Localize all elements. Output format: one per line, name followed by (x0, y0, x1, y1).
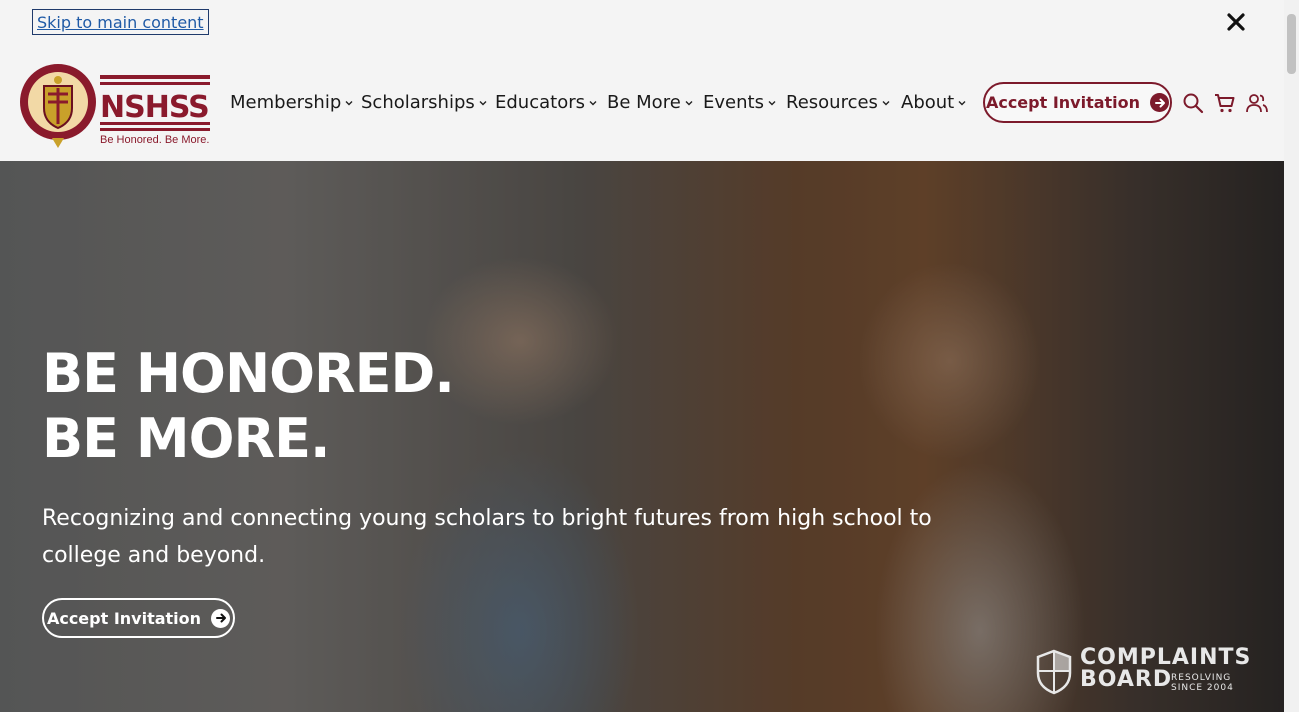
nshss-logo[interactable]: NSHSS Be Honored. Be More. (18, 58, 213, 150)
nav-resources[interactable]: Resources (786, 91, 890, 115)
shield-icon (1036, 649, 1072, 695)
nav-educators[interactable]: Educators (495, 91, 597, 115)
nav-label: Membership (230, 92, 342, 113)
nav-label: About (901, 92, 955, 113)
nav-be-more[interactable]: Be More (607, 91, 693, 115)
skip-bar: Skip to main content (0, 0, 1284, 45)
hero-subtext: Recognizing and connecting young scholar… (42, 506, 932, 568)
site-header: NSHSS Be Honored. Be More. Membership Sc… (0, 45, 1284, 161)
chevron-down-icon (882, 101, 890, 106)
brand-tagline: Be Honored. Be More. (100, 134, 210, 146)
headline-line-1: BE HONORED. (42, 342, 455, 405)
chevron-down-icon (685, 101, 693, 106)
skip-to-main-link[interactable]: Skip to main content (32, 9, 209, 35)
nav-label: Be More (607, 92, 681, 113)
chevron-down-icon (345, 101, 353, 106)
complaints-board-badge[interactable]: COMPLAINTS BOARD RESOLVING SINCE 2004 (1036, 647, 1252, 697)
nav-label: Educators (495, 92, 585, 113)
close-icon[interactable] (1224, 10, 1248, 34)
hero-section: BE HONORED. BE MORE. Recognizing and con… (0, 161, 1284, 712)
page-scrollbar[interactable] (1284, 0, 1299, 712)
brand-name: NSHSS (100, 90, 210, 125)
seal-icon (20, 64, 96, 148)
hero-headline: BE HONORED. BE MORE. (42, 341, 455, 471)
arrow-right-icon (1150, 93, 1170, 112)
badge-line-1: COMPLAINTS (1080, 645, 1252, 670)
brand-rule-top (100, 75, 210, 85)
chevron-down-icon (589, 101, 597, 106)
badge-subtitle: RESOLVING SINCE 2004 (1171, 673, 1234, 693)
headline-line-2: BE MORE. (42, 407, 330, 470)
badge-line-2: BOARD (1080, 667, 1173, 692)
hero-accept-invitation-button[interactable]: Accept Invitation (42, 598, 235, 638)
nav-events[interactable]: Events (703, 91, 776, 115)
badge-sub-2: SINCE 2004 (1171, 683, 1234, 693)
chevron-down-icon (768, 101, 776, 106)
hero-button-label: Accept Invitation (46, 608, 202, 628)
accept-invitation-button[interactable]: Accept Invitation (983, 82, 1172, 123)
accept-invitation-label: Accept Invitation (985, 93, 1141, 112)
brand-rule-bottom (100, 122, 210, 131)
arrow-right-icon (211, 608, 231, 628)
nav-label: Scholarships (361, 92, 475, 113)
search-icon[interactable] (1182, 92, 1204, 114)
scrollbar-thumb[interactable] (1287, 14, 1296, 74)
chevron-down-icon (479, 101, 487, 106)
account-icon[interactable] (1246, 92, 1268, 114)
nav-about[interactable]: About (901, 91, 966, 115)
chevron-down-icon (958, 101, 966, 106)
nav-membership[interactable]: Membership (230, 91, 353, 115)
nav-label: Events (703, 92, 764, 113)
cart-icon[interactable] (1214, 92, 1236, 114)
badge-sub-1: RESOLVING (1171, 673, 1232, 683)
nav-scholarships[interactable]: Scholarships (361, 91, 487, 115)
nav-label: Resources (786, 92, 878, 113)
